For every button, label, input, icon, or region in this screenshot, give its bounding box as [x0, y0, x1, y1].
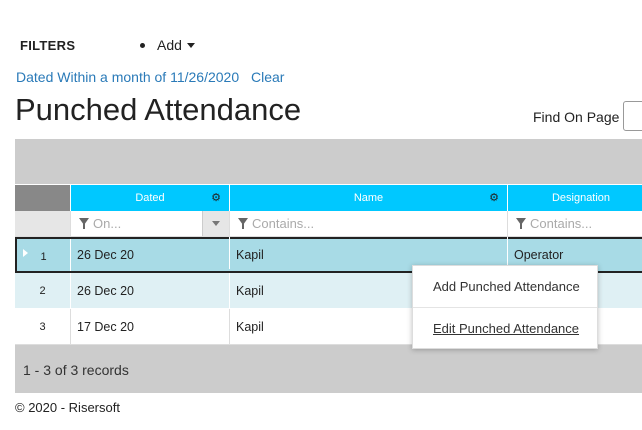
context-menu: Add Punched Attendance Edit Punched Atte…	[412, 265, 598, 349]
menu-item-edit-punched-attendance[interactable]: Edit Punched Attendance	[433, 321, 579, 336]
gear-icon[interactable]: ⚙	[489, 185, 499, 211]
gear-icon[interactable]: ⚙	[211, 185, 221, 211]
filter-cell-designation[interactable]: Contains...	[508, 211, 642, 237]
column-header-label: Name	[353, 192, 384, 204]
copyright-text: © 2020 - Risersoft	[15, 400, 120, 415]
column-header-label: Dated	[135, 192, 165, 204]
funnel-icon	[238, 218, 248, 229]
row-number: 2	[15, 273, 71, 308]
funnel-icon	[79, 218, 89, 229]
column-header-label: Designation	[551, 192, 611, 204]
filter-cell-dated[interactable]: On...	[71, 211, 230, 237]
grid-group-bar	[15, 139, 642, 184]
filter-cell-name[interactable]: Contains...	[230, 211, 508, 237]
filter-placeholder: Contains...	[530, 216, 593, 231]
menu-item-add-punched-attendance[interactable]: Add Punched Attendance	[433, 279, 580, 294]
clear-filter-link[interactable]: Clear	[251, 69, 284, 85]
date-picker-button[interactable]	[202, 211, 229, 236]
filters-label: FILTERS	[20, 38, 76, 53]
find-on-page-label: Find On Page	[533, 109, 620, 125]
column-header-dated[interactable]: Dated ⚙	[71, 185, 230, 211]
row-number: 1	[17, 239, 71, 271]
row-selector-icon	[23, 249, 28, 257]
caret-down-icon	[186, 42, 195, 48]
add-filter-dropdown[interactable]: Add	[140, 37, 195, 53]
column-header-name[interactable]: Name ⚙	[230, 185, 508, 211]
filter-placeholder: On...	[93, 216, 122, 231]
cell-dated[interactable]: 17 Dec 20	[71, 309, 230, 344]
bullet-icon	[140, 42, 145, 48]
cell-dated[interactable]: 26 Dec 20	[71, 237, 230, 269]
page-title: Punched Attendance	[15, 92, 302, 127]
row-number: 3	[15, 309, 71, 344]
find-on-page-input[interactable]	[623, 101, 642, 131]
funnel-icon	[516, 218, 526, 229]
active-filter-link[interactable]: Dated Within a month of 11/26/2020	[16, 69, 239, 85]
column-header-designation[interactable]: Designation	[508, 185, 642, 211]
record-count: 1 - 3 of 3 records	[23, 362, 129, 378]
cell-dated[interactable]: 26 Dec 20	[71, 273, 230, 308]
filter-placeholder: Contains...	[252, 216, 315, 231]
chevron-down-icon	[212, 221, 220, 226]
filter-row-corner	[15, 211, 71, 237]
add-filter-label: Add	[157, 37, 182, 53]
menu-divider	[413, 307, 597, 308]
row-header-corner	[15, 185, 71, 211]
